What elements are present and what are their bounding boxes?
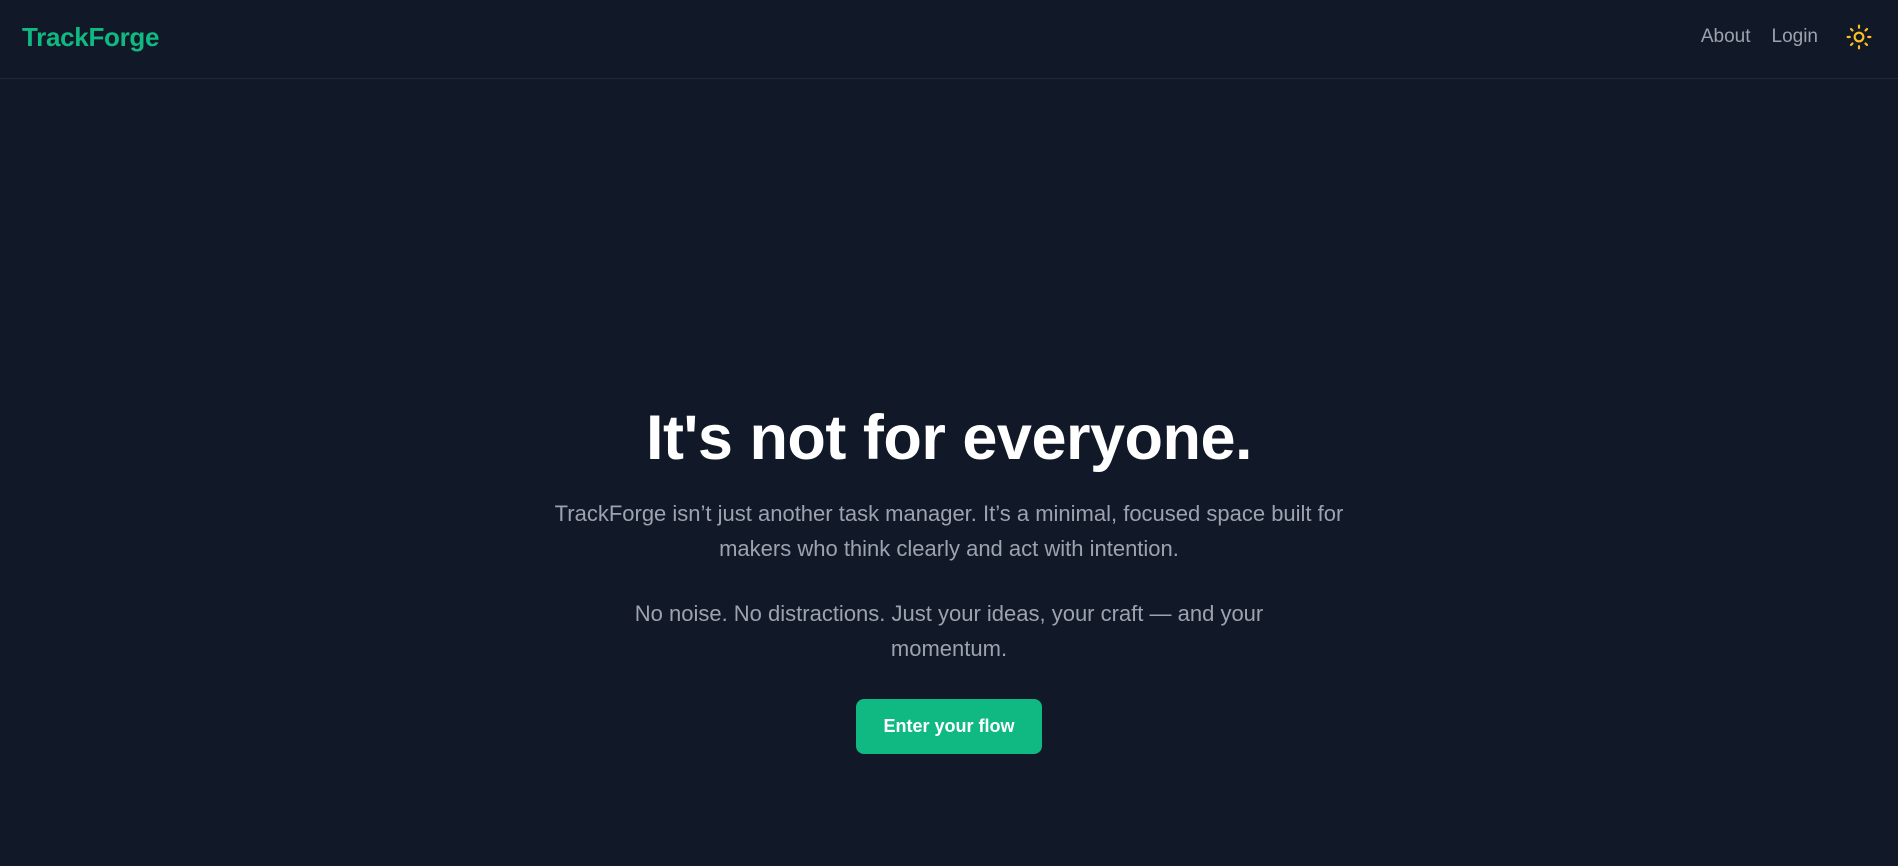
nav-link-login[interactable]: Login	[1772, 26, 1819, 48]
hero-title: It's not for everyone.	[645, 403, 1253, 473]
brand-logo[interactable]: TrackForge	[22, 22, 159, 53]
main-nav: About Login	[1680, 20, 1876, 54]
theme-toggle-button[interactable]	[1842, 20, 1876, 54]
top-navbar: TrackForge About Login	[0, 0, 1898, 79]
enter-flow-button[interactable]: Enter your flow	[856, 699, 1042, 754]
hero-section: It's not for everyone. TrackForge isn’t …	[0, 400, 1898, 754]
hero-description: TrackForge isn’t just another task manag…	[554, 501, 1344, 561]
nav-link-about[interactable]: About	[1701, 26, 1751, 48]
hero-tagline: No noise. No distractions. Just your ide…	[634, 601, 1264, 661]
sun-icon	[1846, 24, 1872, 50]
landing-page: TrackForge About Login It's not for ever…	[0, 0, 1898, 866]
